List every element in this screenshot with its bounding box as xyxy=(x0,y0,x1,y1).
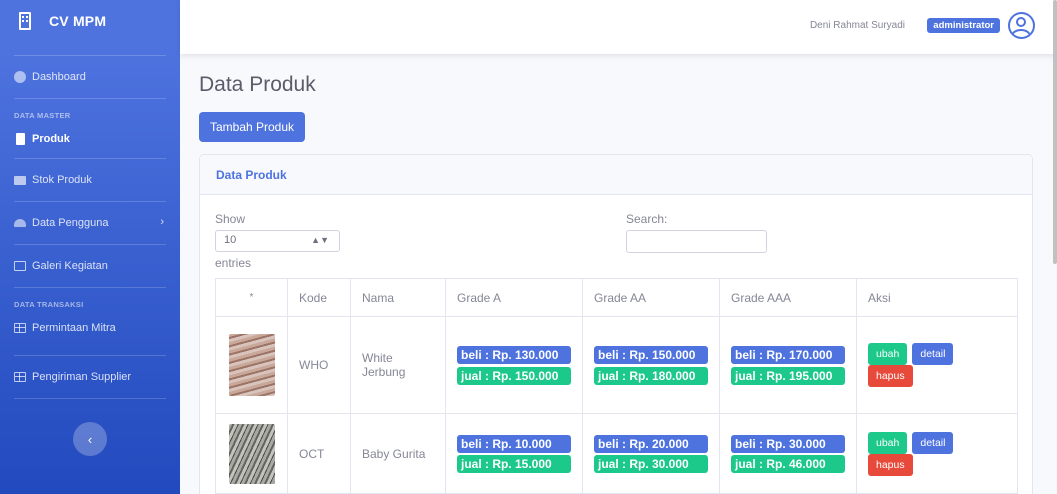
add-product-button[interactable]: Tambah Produk xyxy=(199,112,305,142)
image-cell xyxy=(215,316,288,414)
edit-button[interactable]: ubah xyxy=(868,343,908,365)
sidebar-item-stok-produk[interactable]: Stok Produk xyxy=(0,159,180,201)
chevron-right-icon: › xyxy=(160,216,164,228)
buy-price-badge: beli : Rp. 10.000 xyxy=(457,434,571,453)
column-header[interactable]: Kode xyxy=(287,278,351,317)
buy-price-badge: beli : Rp. 20.000 xyxy=(594,434,708,453)
buy-price-badge: beli : Rp. 170.000 xyxy=(731,345,845,364)
role-badge: administrator xyxy=(927,18,1000,33)
kode-cell: WHO xyxy=(287,316,351,414)
sidebar-item-label: Galeri Kegiatan xyxy=(32,260,108,272)
sidebar-item-label: Pengiriman Supplier xyxy=(32,371,132,383)
buy-price-badge: beli : Rp. 130.000 xyxy=(457,345,571,364)
chevron-left-icon: ‹ xyxy=(87,431,93,447)
buy-price-badge: beli : Rp. 30.000 xyxy=(731,434,845,453)
sell-price-badge: jual : Rp. 150.000 xyxy=(457,366,571,385)
sidebar-item-dashboard[interactable]: Dashboard xyxy=(0,56,180,98)
detail-button[interactable]: detail xyxy=(912,431,954,454)
show-label: Show xyxy=(215,212,246,226)
grade-aa-cell: beli : Rp. 150.000 jual : Rp. 180.000 xyxy=(582,316,720,414)
sidebar-section-heading: DATA MASTER xyxy=(14,111,71,120)
product-image xyxy=(228,334,275,396)
page-scrollbar[interactable] xyxy=(1053,0,1057,264)
product-table: * Kode Nama Grade A Grade AA Grade AAA A… xyxy=(215,278,1018,494)
kode-cell: OCT xyxy=(287,413,351,494)
sell-price-badge: jual : Rp. 30.000 xyxy=(594,454,708,473)
table-row: OCT Baby Gurita beli : Rp. 10.000 jual :… xyxy=(215,413,1018,494)
file-icon xyxy=(16,133,25,145)
sidebar-divider xyxy=(14,398,166,399)
entries-value: 10 xyxy=(224,234,237,246)
column-header[interactable]: * xyxy=(215,278,288,317)
sell-price-badge: jual : Rp. 180.000 xyxy=(594,366,708,385)
nama-cell: Baby Gurita xyxy=(350,413,446,494)
column-header[interactable]: Aksi xyxy=(856,278,1018,317)
table-icon xyxy=(14,372,26,382)
grade-a-cell: beli : Rp. 10.000 jual : Rp. 15.000 xyxy=(445,413,583,494)
sidebar-item-galeri-kegiatan[interactable]: Galeri Kegiatan xyxy=(0,245,180,287)
sidebar: CV MPM Dashboard DATA MASTER Produk Stok… xyxy=(0,0,180,494)
actions-cell: ubah detailhapus xyxy=(856,316,1018,414)
tachometer-icon xyxy=(14,71,26,83)
column-header[interactable]: Nama xyxy=(350,278,446,317)
sidebar-item-label: Produk xyxy=(32,133,70,145)
sidebar-item-label: Permintaan Mitra xyxy=(32,322,116,334)
users-icon xyxy=(14,219,26,227)
search-input[interactable] xyxy=(626,230,767,253)
column-header[interactable]: Grade AAA xyxy=(719,278,857,317)
grade-aaa-cell: beli : Rp. 30.000 jual : Rp. 46.000 xyxy=(719,413,857,494)
sidebar-item-produk[interactable]: Produk xyxy=(0,124,180,154)
sell-price-badge: jual : Rp. 46.000 xyxy=(731,454,845,473)
table-icon xyxy=(14,323,26,333)
box-icon xyxy=(14,175,26,185)
image-icon xyxy=(14,261,26,271)
topbar: Deni Rahmat Suryadi administrator xyxy=(180,0,1057,54)
detail-button[interactable]: detail xyxy=(912,343,954,365)
sidebar-section-heading: DATA TRANSAKSI xyxy=(14,300,84,309)
table-header-row: * Kode Nama Grade A Grade AA Grade AAA A… xyxy=(215,278,1018,317)
brand-name: CV MPM xyxy=(49,13,107,29)
nama-cell: White Jerbung xyxy=(350,316,446,414)
column-header[interactable]: Grade A xyxy=(445,278,583,317)
grade-aa-cell: beli : Rp. 20.000 jual : Rp. 30.000 xyxy=(582,413,720,494)
delete-button[interactable]: hapus xyxy=(868,365,913,387)
page-title: Data Produk xyxy=(199,73,316,96)
user-avatar-icon[interactable] xyxy=(1008,12,1035,39)
sidebar-item-permintaan-mitra[interactable]: Permintaan Mitra xyxy=(0,313,180,343)
buy-price-badge: beli : Rp. 150.000 xyxy=(594,345,708,364)
sidebar-item-pengiriman-supplier[interactable]: Pengiriman Supplier xyxy=(0,356,180,398)
grade-aaa-cell: beli : Rp. 170.000 jual : Rp. 195.000 xyxy=(719,316,857,414)
table-row: WHO White Jerbung beli : Rp. 130.000 jua… xyxy=(215,316,1018,414)
sell-price-badge: jual : Rp. 195.000 xyxy=(731,366,845,385)
sidebar-item-data-pengguna[interactable]: Data Pengguna › xyxy=(0,202,180,244)
entries-select[interactable]: 10 ▲▼ xyxy=(215,230,340,252)
sell-price-badge: jual : Rp. 15.000 xyxy=(457,454,571,473)
user-name[interactable]: Deni Rahmat Suryadi xyxy=(810,20,905,31)
select-arrows-icon: ▲▼ xyxy=(311,235,329,245)
edit-button[interactable]: ubah xyxy=(868,431,908,454)
entries-label: entries xyxy=(215,256,252,270)
building-icon xyxy=(18,12,32,30)
search-label: Search: xyxy=(626,212,668,226)
image-cell xyxy=(215,413,288,494)
sidebar-item-label: Stok Produk xyxy=(32,174,92,186)
card-title: Data Produk xyxy=(200,155,1032,195)
actions-cell: ubah detailhapus xyxy=(856,413,1018,494)
column-header[interactable]: Grade AA xyxy=(582,278,720,317)
sidebar-toggle-button[interactable]: ‹ xyxy=(73,422,107,456)
sidebar-item-label: Data Pengguna xyxy=(32,217,109,229)
delete-button[interactable]: hapus xyxy=(868,453,913,476)
sidebar-item-label: Dashboard xyxy=(32,71,86,83)
product-image xyxy=(228,423,275,484)
grade-a-cell: beli : Rp. 130.000 jual : Rp. 150.000 xyxy=(445,316,583,414)
brand[interactable]: CV MPM xyxy=(0,1,180,41)
